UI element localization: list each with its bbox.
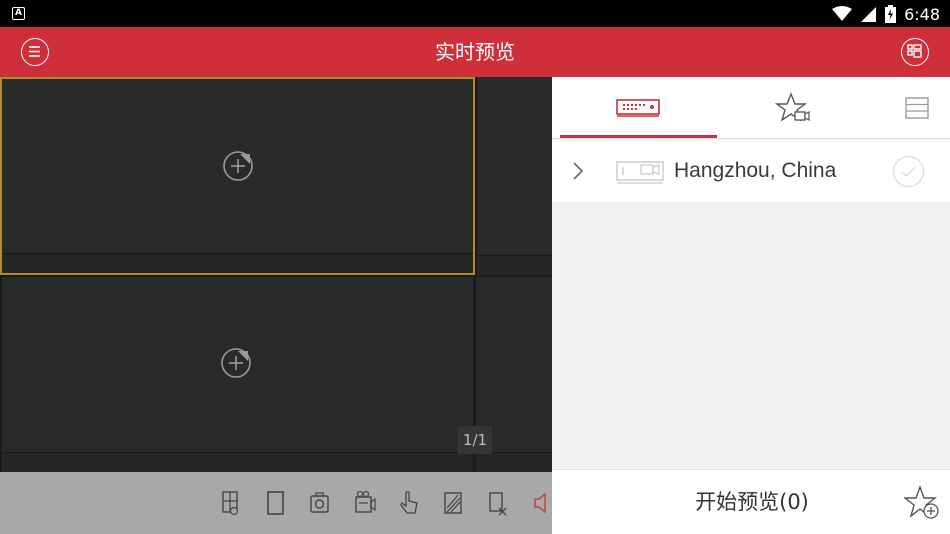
list-icon: [905, 97, 929, 119]
close-all-icon[interactable]: [482, 488, 512, 518]
video-window-1[interactable]: [0, 77, 475, 275]
device-dvr-icon: [616, 99, 660, 117]
page-title: 实时预览: [435, 40, 515, 64]
favorite-camera-icon: [775, 92, 810, 122]
quality-icon[interactable]: [438, 488, 468, 518]
panel-bottom-bar: 开始预览(0): [552, 469, 950, 534]
tab-list[interactable]: [874, 77, 950, 139]
select-check-icon[interactable]: [892, 155, 925, 188]
app-root: A 6:48 实时预览 1/1 Hangzhou, China 开始预览(0): [0, 0, 950, 534]
wifi-icon: [832, 6, 853, 21]
tab-devices[interactable]: [560, 77, 717, 139]
record-icon[interactable]: [349, 488, 379, 518]
video-window-status-strip: [477, 255, 552, 275]
add-camera-icon[interactable]: [220, 347, 252, 379]
single-window-icon[interactable]: [260, 488, 290, 518]
video-window-status-strip: [476, 452, 552, 472]
signal-icon: [861, 6, 877, 22]
preview-toolbar: [0, 472, 552, 534]
add-favorite-icon[interactable]: [904, 485, 942, 521]
video-grid: 1/1: [0, 77, 552, 472]
android-notification-icon: A: [12, 7, 25, 20]
active-tab-indicator: [560, 135, 717, 138]
status-icons: 6:48: [832, 3, 940, 25]
video-window-status-strip: [2, 452, 473, 472]
window-split-icon[interactable]: [215, 488, 245, 518]
chevron-right-icon[interactable]: [572, 161, 584, 181]
status-time: 6:48: [904, 4, 940, 24]
video-window-2[interactable]: [477, 77, 552, 275]
battery-charging-icon: [885, 5, 897, 23]
video-window-status-strip: [2, 253, 473, 273]
ptz-icon[interactable]: [393, 488, 423, 518]
start-preview-button[interactable]: 开始预览(0): [632, 470, 872, 534]
tab-favorites[interactable]: [717, 77, 874, 139]
page-indicator: 1/1: [458, 426, 492, 454]
app-bar: 实时预览: [0, 27, 950, 77]
status-bar: A 6:48: [0, 0, 950, 27]
video-window-3[interactable]: [2, 277, 473, 472]
device-name: Hangzhou, China: [674, 159, 837, 182]
add-camera-icon[interactable]: [222, 150, 254, 182]
device-panel: Hangzhou, China 开始预览(0): [552, 77, 950, 534]
device-dvr-icon: [616, 161, 664, 184]
window-layout-button[interactable]: [901, 38, 929, 66]
device-list-item[interactable]: Hangzhou, China: [552, 140, 950, 202]
capture-icon[interactable]: [304, 488, 334, 518]
window-layout-icon: [907, 44, 922, 58]
panel-tabs: [552, 77, 950, 139]
